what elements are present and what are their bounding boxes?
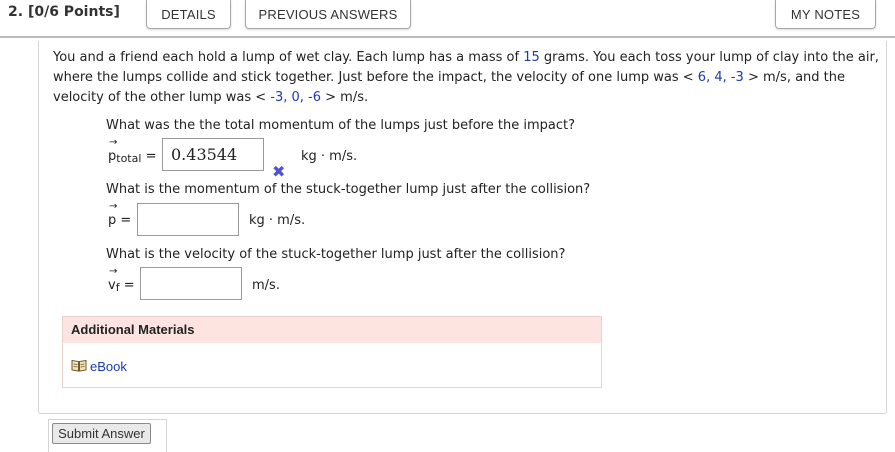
my-notes-button[interactable]: MY NOTES <box>775 0 876 29</box>
vector-arrow-icon: → <box>109 266 118 277</box>
problem-statement: You and a friend each hold a lump of wet… <box>53 50 879 105</box>
question-2-text: What is the momentum of the stuck-togeth… <box>106 182 591 197</box>
additional-materials-title: Additional Materials <box>71 322 195 337</box>
vector-arrow-icon: → <box>109 201 118 212</box>
p-total-unit: kg · m/s. <box>301 149 358 164</box>
question-header: 2. [0/6 Points] <box>8 4 120 20</box>
vector-arrow-icon: → <box>109 137 118 148</box>
question-1-text: What was the the total momentum of the l… <box>106 118 575 133</box>
p-total-label: → ptotal = <box>108 137 157 165</box>
velocity-2-value: -3, 0, -6 <box>270 90 321 105</box>
mass-value: 15 <box>523 50 540 65</box>
p-unit: kg · m/s. <box>249 213 306 228</box>
question-number: 2. <box>8 4 24 20</box>
x-mark-icon: ✖ <box>272 162 286 181</box>
p-total-answer-field[interactable]: 0.43544 <box>162 138 264 171</box>
question-3-text: What is the velocity of the stuck-togeth… <box>106 247 566 262</box>
p-answer-field[interactable] <box>137 203 239 236</box>
v-f-label: → vf = <box>108 266 135 294</box>
previous-answers-button[interactable]: PREVIOUS ANSWERS <box>245 0 411 29</box>
additional-materials-header: Additional Materials <box>63 317 601 343</box>
velocity-1-value: 6, 4, -3 <box>697 70 744 85</box>
header-divider <box>0 36 895 38</box>
submit-answer-button[interactable]: Submit Answer <box>52 423 151 444</box>
v-f-answer-field[interactable] <box>140 267 242 300</box>
ebook-link[interactable]: eBook <box>71 357 127 376</box>
points-label: [0/6 Points] <box>27 4 120 20</box>
additional-materials-panel: Additional Materials eBook <box>62 316 602 388</box>
ebook-label[interactable]: eBook <box>90 359 127 374</box>
details-button[interactable]: DETAILS <box>146 0 231 29</box>
book-icon <box>71 357 87 376</box>
v-f-unit: m/s. <box>252 278 280 293</box>
p-label: → p = <box>108 201 132 228</box>
